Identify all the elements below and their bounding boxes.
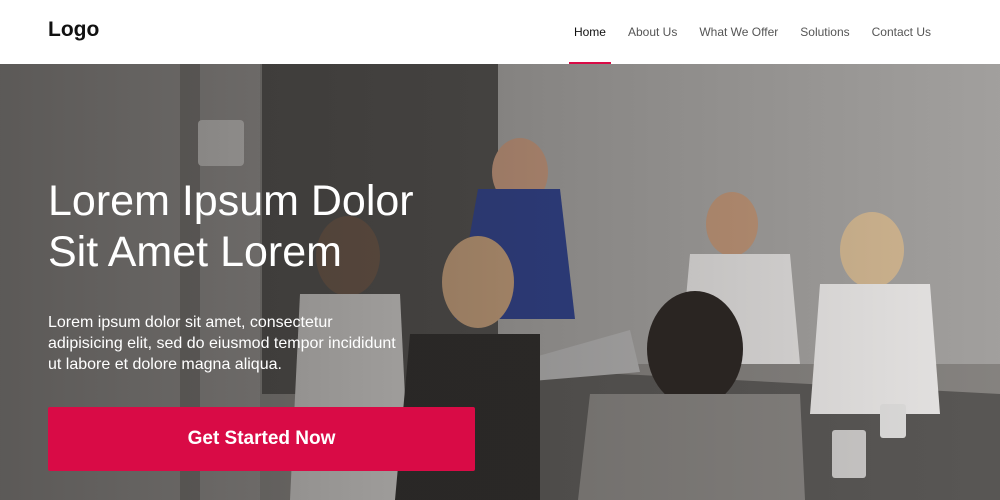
hero-text-line-2: adipisicing elit, sed do eiusmod tempor … [48, 335, 396, 352]
nav-what-we-offer[interactable]: What We Offer [688, 0, 789, 64]
site-header: Logo Home About Us What We Offer Solutio… [0, 0, 1000, 64]
main-nav: Home About Us What We Offer Solutions Co… [563, 0, 942, 64]
nav-contact-us[interactable]: Contact Us [861, 0, 942, 64]
hero-text-line-1: Lorem ipsum dolor sit amet, consectetur [48, 314, 333, 331]
hero-description: Lorem ipsum dolor sit amet, consectetur … [48, 312, 448, 375]
logo[interactable]: Logo [48, 18, 99, 42]
get-started-button[interactable]: Get Started Now [48, 407, 475, 471]
nav-home[interactable]: Home [563, 0, 617, 64]
hero-title-line-2: Sit Amet Lorem [48, 228, 342, 276]
hero-section: Lorem Ipsum Dolor Sit Amet Lorem Lorem i… [0, 64, 1000, 500]
nav-solutions[interactable]: Solutions [789, 0, 860, 64]
nav-about-us[interactable]: About Us [617, 0, 688, 64]
hero-title: Lorem Ipsum Dolor Sit Amet Lorem [48, 176, 488, 278]
hero-title-line-1: Lorem Ipsum Dolor [48, 177, 414, 225]
hero-text-line-3: ut labore et dolore magna aliqua. [48, 356, 282, 373]
